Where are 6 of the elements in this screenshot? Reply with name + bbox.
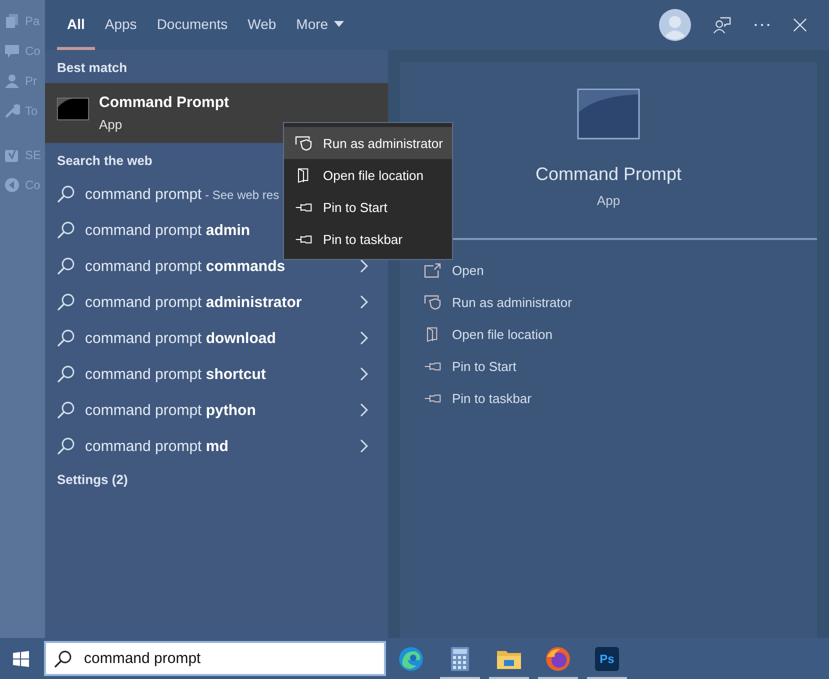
result-type: App [99,117,124,132]
section-heading: Search the web [56,152,154,170]
app-title: Command Prompt [535,164,682,185]
result-title: Command Prompt [99,94,230,111]
section-heading: Best match [56,59,128,77]
app-type: App [596,193,620,208]
